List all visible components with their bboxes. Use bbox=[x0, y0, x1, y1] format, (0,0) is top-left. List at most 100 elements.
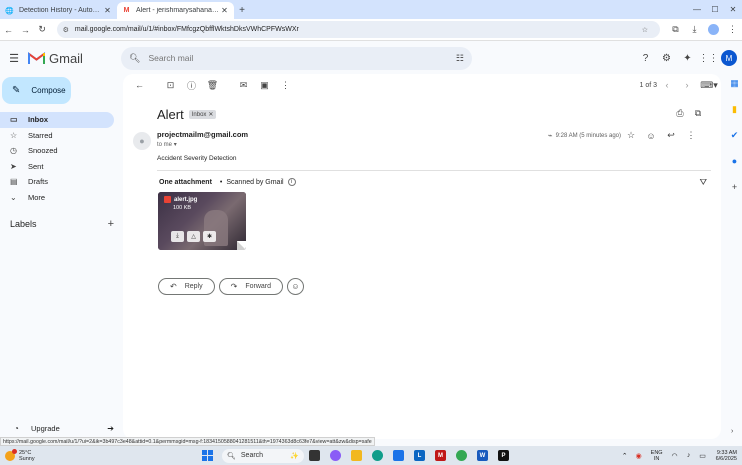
nav-item-starred[interactable]: ☆ Starred bbox=[0, 128, 114, 144]
older-icon[interactable]: › bbox=[677, 80, 697, 90]
nav-item-drafts[interactable]: ▤ Drafts bbox=[0, 174, 114, 190]
copilot-icon[interactable] bbox=[330, 450, 341, 461]
nav-item-more[interactable]: ⌄ More bbox=[0, 190, 114, 206]
report-spam-icon[interactable]: ⓘ bbox=[181, 79, 202, 92]
weather-widget[interactable]: 25°C Sunny bbox=[0, 448, 120, 462]
wifi-icon[interactable]: ◠ bbox=[668, 452, 682, 460]
apps-grid-icon[interactable]: ⋮⋮ bbox=[698, 53, 719, 64]
emoji-button[interactable]: ☺ bbox=[287, 278, 304, 295]
store-icon[interactable] bbox=[393, 450, 404, 461]
forward-icon[interactable]: → bbox=[17, 21, 34, 38]
sender-email[interactable]: projectmailm@gmail.com bbox=[157, 130, 248, 139]
edit-with-icon[interactable]: ✱ bbox=[203, 231, 216, 242]
close-tab-icon[interactable]: ✕ bbox=[220, 6, 229, 15]
forward-button[interactable]: ↷ Forward bbox=[218, 278, 283, 295]
reply-button[interactable]: ↶ Reply bbox=[158, 278, 215, 295]
attachment-heading: One attachment bbox=[159, 178, 212, 186]
move-to-icon[interactable]: ▣ bbox=[254, 80, 275, 91]
search-options-icon[interactable]: ☷ bbox=[456, 53, 464, 64]
close-window-icon[interactable]: ✕ bbox=[724, 0, 742, 19]
star-message-icon[interactable]: ☆ bbox=[621, 130, 641, 141]
input-language[interactable]: ENG IN bbox=[651, 450, 663, 462]
task-view-icon[interactable] bbox=[309, 450, 320, 461]
download-icon[interactable]: ⤓ bbox=[685, 24, 704, 35]
bookmark-star-icon[interactable]: ☆ bbox=[642, 26, 648, 34]
nav-item-sent[interactable]: ➤ Sent bbox=[0, 159, 114, 175]
system-clock[interactable]: 9:33 AM 6/6/2025 bbox=[716, 450, 737, 462]
info-icon[interactable]: i bbox=[287, 178, 296, 186]
close-tab-icon[interactable]: ✕ bbox=[103, 6, 112, 15]
reload-icon[interactable]: ↻ bbox=[34, 21, 51, 38]
battery-icon[interactable]: ▭ bbox=[696, 452, 710, 460]
account-avatar[interactable]: M bbox=[721, 50, 737, 66]
browser-tab-alert[interactable]: M Alert - jerishmarysahana16@gmail.com ✕ bbox=[117, 2, 234, 19]
main-menu-icon[interactable]: ☰ bbox=[0, 52, 28, 65]
help-icon[interactable]: ? bbox=[635, 53, 656, 64]
recipient-details-icon[interactable]: ▾ bbox=[174, 142, 177, 148]
create-label-icon[interactable]: + bbox=[108, 218, 114, 230]
compose-button[interactable]: ✎ Compose bbox=[2, 77, 71, 104]
gmail-logo[interactable]: Gmail bbox=[28, 51, 120, 66]
input-tools-icon[interactable]: ⌨▾ bbox=[697, 80, 721, 91]
mark-unread-icon[interactable]: ✉ bbox=[233, 80, 254, 91]
message-more-icon[interactable]: ⋮ bbox=[681, 130, 701, 141]
folder-list: ▭ Inbox ☆ Starred ◷ Snoozed ➤ Sent ▤ Dra… bbox=[0, 112, 122, 205]
show-hidden-icons-icon[interactable]: ⌃ bbox=[618, 452, 632, 460]
network-alert-icon[interactable]: ◉ bbox=[632, 452, 646, 460]
delete-icon[interactable]: 🗑︎ bbox=[202, 80, 223, 91]
edge-icon[interactable] bbox=[372, 450, 383, 461]
emoji-react-icon[interactable]: ☺ bbox=[641, 131, 661, 141]
save-to-drive-icon[interactable]: △ bbox=[187, 231, 200, 242]
search-bar[interactable]: 🔍︎ ☷ bbox=[121, 46, 472, 70]
site-info-icon[interactable]: ⚙ bbox=[63, 26, 69, 34]
newer-icon[interactable]: ‹ bbox=[657, 80, 677, 90]
star-icon: ☆ bbox=[10, 130, 18, 140]
file-explorer-icon[interactable] bbox=[351, 450, 362, 461]
taskbar-search[interactable]: 🔍︎ Search ✨ bbox=[222, 448, 304, 463]
extensions-icon[interactable]: ⧉ bbox=[666, 24, 685, 35]
profile-avatar[interactable] bbox=[708, 24, 720, 35]
more-options-icon[interactable]: ⋮ bbox=[275, 80, 296, 91]
get-addons-icon[interactable]: + bbox=[727, 182, 742, 208]
sender-avatar[interactable]: ● bbox=[133, 132, 151, 150]
settings-gear-icon[interactable]: ⚙ bbox=[656, 53, 677, 64]
reply-icon[interactable]: ↩ bbox=[661, 130, 681, 141]
volume-icon[interactable]: ♪ bbox=[682, 452, 696, 459]
linkedin-icon[interactable]: L bbox=[414, 450, 425, 461]
start-icon[interactable] bbox=[202, 450, 213, 461]
new-tab-button[interactable]: + bbox=[234, 2, 250, 19]
inbox-label-chip[interactable]: Inbox ✕ bbox=[188, 110, 217, 119]
recipient-line[interactable]: to me ▾ bbox=[157, 141, 177, 148]
address-bar[interactable]: ⚙ mail.google.com/mail/u/1/#inbox/FMfcgz… bbox=[56, 21, 661, 38]
browser-menu-icon[interactable]: ⋮ bbox=[723, 24, 742, 35]
open-new-window-icon[interactable]: ⧉ bbox=[689, 108, 707, 119]
taskbar-search-label: Search bbox=[240, 452, 264, 459]
keep-icon[interactable]: ▮ bbox=[727, 104, 742, 130]
search-input[interactable] bbox=[148, 53, 456, 63]
download-attachment-icon[interactable]: ⤓ bbox=[171, 231, 184, 242]
attachment-thumbnail[interactable]: alert.jpg 100 KB ⤓ △ ✱ bbox=[158, 192, 246, 250]
taskbar-apps: 🔍︎ Search ✨ L M W P bbox=[202, 448, 514, 463]
print-icon[interactable]: ⎙ bbox=[671, 108, 689, 119]
back-icon[interactable]: ← bbox=[0, 21, 17, 38]
tasks-icon[interactable]: ✔ bbox=[727, 130, 742, 156]
word-icon[interactable]: W bbox=[477, 450, 488, 461]
nav-item-inbox[interactable]: ▭ Inbox bbox=[0, 112, 114, 128]
browser-tab-detection-history[interactable]: 🌐 Detection History - Automated ✕ bbox=[0, 2, 117, 19]
chrome-icon[interactable] bbox=[456, 450, 467, 461]
show-side-panel-icon[interactable]: › bbox=[731, 428, 733, 435]
calendar-icon[interactable]: ▦ bbox=[727, 78, 742, 104]
remove-label-icon[interactable]: ✕ bbox=[208, 111, 213, 118]
minimize-icon[interactable]: — bbox=[688, 0, 706, 19]
back-to-inbox-icon[interactable]: ← bbox=[129, 80, 150, 90]
archive-icon[interactable]: ⊡ bbox=[160, 80, 181, 91]
mcafee-icon[interactable]: M bbox=[435, 450, 446, 461]
nav-item-snoozed[interactable]: ◷ Snoozed bbox=[0, 143, 114, 159]
pycharm-icon[interactable]: P bbox=[498, 450, 509, 461]
upgrade-button[interactable]: ◔ Upgrade ➔ bbox=[0, 424, 114, 433]
contacts-icon[interactable]: ● bbox=[727, 156, 742, 182]
gemini-sparkle-icon[interactable]: ✦ bbox=[677, 53, 698, 64]
maximize-icon[interactable]: ☐ bbox=[706, 0, 724, 19]
add-to-drive-icon[interactable]: ⛛ bbox=[699, 177, 707, 188]
search-icon[interactable]: 🔍︎ bbox=[129, 53, 140, 64]
